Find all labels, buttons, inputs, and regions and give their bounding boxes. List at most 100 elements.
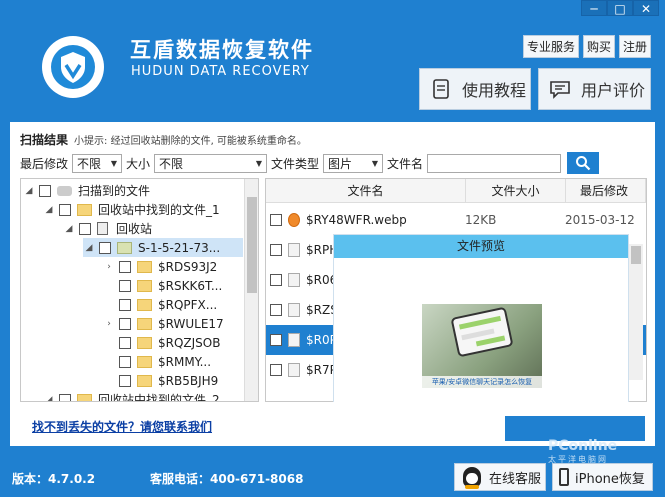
top-links: 专业服务 购买 注册 — [522, 35, 651, 58]
expand-arrow-icon[interactable]: › — [103, 319, 115, 329]
column-header-name[interactable]: 文件名 — [266, 179, 466, 202]
tree-item[interactable]: $RMMY... — [103, 352, 211, 371]
checkbox[interactable] — [270, 334, 282, 346]
image-file-icon — [288, 273, 300, 287]
search-button[interactable] — [567, 152, 600, 174]
tree-item-label: $RSKK6T... — [158, 278, 223, 293]
checkbox[interactable] — [270, 364, 282, 376]
checkbox[interactable] — [270, 304, 282, 316]
scan-result-heading: 扫描结果 小提示: 经过回收站删除的文件, 可能被系统重命名。 — [20, 131, 307, 148]
review-button[interactable]: 用户评价 — [538, 68, 651, 110]
tree-item[interactable]: $RSKK6T... — [103, 276, 222, 295]
chevron-down-icon: ▼ — [110, 158, 118, 168]
checkbox[interactable] — [59, 203, 71, 216]
watermark-sub: 太平洋电脑网 — [548, 455, 608, 464]
checkbox[interactable] — [270, 214, 282, 226]
checkbox[interactable] — [59, 393, 71, 401]
tree-item[interactable]: $RQZJSOB — [103, 333, 220, 352]
tree-item[interactable]: › $RWULE17 — [103, 314, 223, 333]
shield-logo-icon — [42, 36, 104, 98]
preview-title: 文件预览 — [334, 235, 628, 258]
column-header-size[interactable]: 文件大小 — [466, 179, 566, 202]
contact-us-link[interactable]: 找不到丢失的文件？请您联系我们 — [32, 418, 212, 435]
tutorial-button[interactable]: 使用教程 — [419, 68, 531, 110]
tree-item-label: 回收站中找到的文件_2 — [98, 393, 220, 402]
version-text: 版本：4.7.0.2 — [12, 472, 96, 486]
image-file-icon — [288, 243, 300, 257]
collapse-arrow-icon[interactable]: ◢ — [43, 205, 55, 215]
tree-scrollbar[interactable] — [244, 179, 258, 401]
type-label: 文件类型 — [271, 156, 320, 171]
maximize-button[interactable]: □ — [607, 0, 633, 16]
tree-item[interactable]: › $RDS93J2 — [103, 257, 217, 276]
checkbox[interactable] — [270, 274, 282, 286]
checkbox[interactable] — [119, 317, 131, 330]
online-service-button[interactable]: 在线客服 — [454, 463, 546, 491]
size-select-value: 不限 — [159, 156, 184, 171]
checkbox[interactable] — [119, 355, 131, 368]
filename-label: 文件名 — [387, 156, 424, 171]
register-link[interactable]: 注册 — [618, 35, 651, 58]
file-row[interactable]: $RY48WFR.webp 12KB 2015-03-12 — [266, 205, 646, 235]
scan-result-label: 扫描结果 — [20, 133, 69, 147]
checkbox[interactable] — [99, 241, 111, 254]
collapse-arrow-icon[interactable]: ◢ — [83, 243, 95, 253]
checkbox[interactable] — [79, 222, 91, 235]
tree-item-label: 回收站中找到的文件_1 — [98, 203, 220, 217]
type-select[interactable]: 图片 ▼ — [323, 153, 384, 173]
tree-item[interactable]: ◢ 回收站中找到的文件_1 — [43, 200, 220, 219]
checkbox[interactable] — [119, 336, 131, 349]
folder-icon — [137, 317, 152, 330]
iphone-recovery-button[interactable]: iPhone恢复 — [552, 463, 653, 491]
expand-arrow-icon[interactable]: › — [103, 262, 115, 272]
preview-caption: 苹果/安卓微信聊天记录怎么恢复 — [422, 376, 542, 388]
phone-icon — [559, 468, 569, 486]
file-name: $RY48WFR.webp — [306, 213, 407, 227]
filename-input[interactable] — [427, 153, 562, 173]
modified-select-value: 不限 — [77, 156, 102, 171]
tree-item[interactable]: ◢ 回收站中找到的文件_2 — [43, 390, 220, 402]
tree-item[interactable]: ◢ 回收站 — [63, 219, 152, 238]
preview-scrollbar[interactable] — [629, 244, 643, 380]
folder-icon — [77, 203, 92, 216]
tree-item[interactable]: $RB5BJH9 — [103, 371, 218, 390]
collapse-arrow-icon[interactable]: ◢ — [23, 186, 35, 196]
checkbox[interactable] — [119, 260, 131, 273]
size-select[interactable]: 不限 ▼ — [154, 153, 268, 173]
tree-scrollbar-thumb[interactable] — [247, 197, 257, 293]
checkbox[interactable] — [119, 279, 131, 292]
pro-service-link[interactable]: 专业服务 — [522, 35, 579, 58]
checkbox[interactable] — [119, 298, 131, 311]
tree-item-label: $RDS93J2 — [158, 259, 218, 274]
type-select-value: 图片 — [328, 156, 353, 171]
folder-icon — [137, 260, 152, 273]
tree-item[interactable]: $RQPFX... — [103, 295, 217, 314]
folder-tree: ◢ 扫描到的文件 ◢ 回收站中找到的文件_1 ◢ 回收站 ◢ S-1-5-21-73..… — [20, 178, 259, 402]
tree-item-selected[interactable]: ◢ S-1-5-21-73... — [83, 238, 243, 257]
collapse-arrow-icon[interactable]: ◢ — [43, 395, 55, 402]
review-label: 用户评价 — [581, 81, 646, 100]
folder-icon — [137, 279, 152, 292]
collapse-arrow-icon[interactable]: ◢ — [63, 224, 75, 234]
scan-tip: 小提示: 经过回收站删除的文件, 可能被系统重命名。 — [74, 136, 307, 147]
checkbox[interactable] — [119, 374, 131, 387]
image-file-icon — [288, 363, 300, 377]
tree-item-label: 扫描到的文件 — [78, 184, 151, 198]
chat-bubble-icon — [550, 81, 570, 99]
checkbox[interactable] — [39, 184, 51, 197]
header: ─ □ ✕ 互盾数据恢复软件 HUDUN DATA RECOVERY 专业服务 … — [0, 0, 665, 122]
size-label: 大小 — [126, 156, 151, 171]
image-file-icon — [288, 333, 300, 347]
modified-select[interactable]: 不限 ▼ — [72, 153, 123, 173]
minimize-button[interactable]: ─ — [581, 0, 607, 16]
recycle-bin-icon — [97, 222, 108, 235]
close-button[interactable]: ✕ — [633, 0, 659, 16]
column-header-modified[interactable]: 最后修改 — [566, 179, 646, 202]
folder-icon — [77, 393, 92, 401]
tutorial-label: 使用教程 — [462, 81, 527, 100]
drive-icon — [57, 185, 72, 196]
tree-item[interactable]: ◢ 扫描到的文件 — [23, 181, 150, 200]
buy-link[interactable]: 购买 — [582, 35, 615, 58]
tree-item-label: $RQZJSOB — [158, 335, 221, 350]
checkbox[interactable] — [270, 244, 282, 256]
